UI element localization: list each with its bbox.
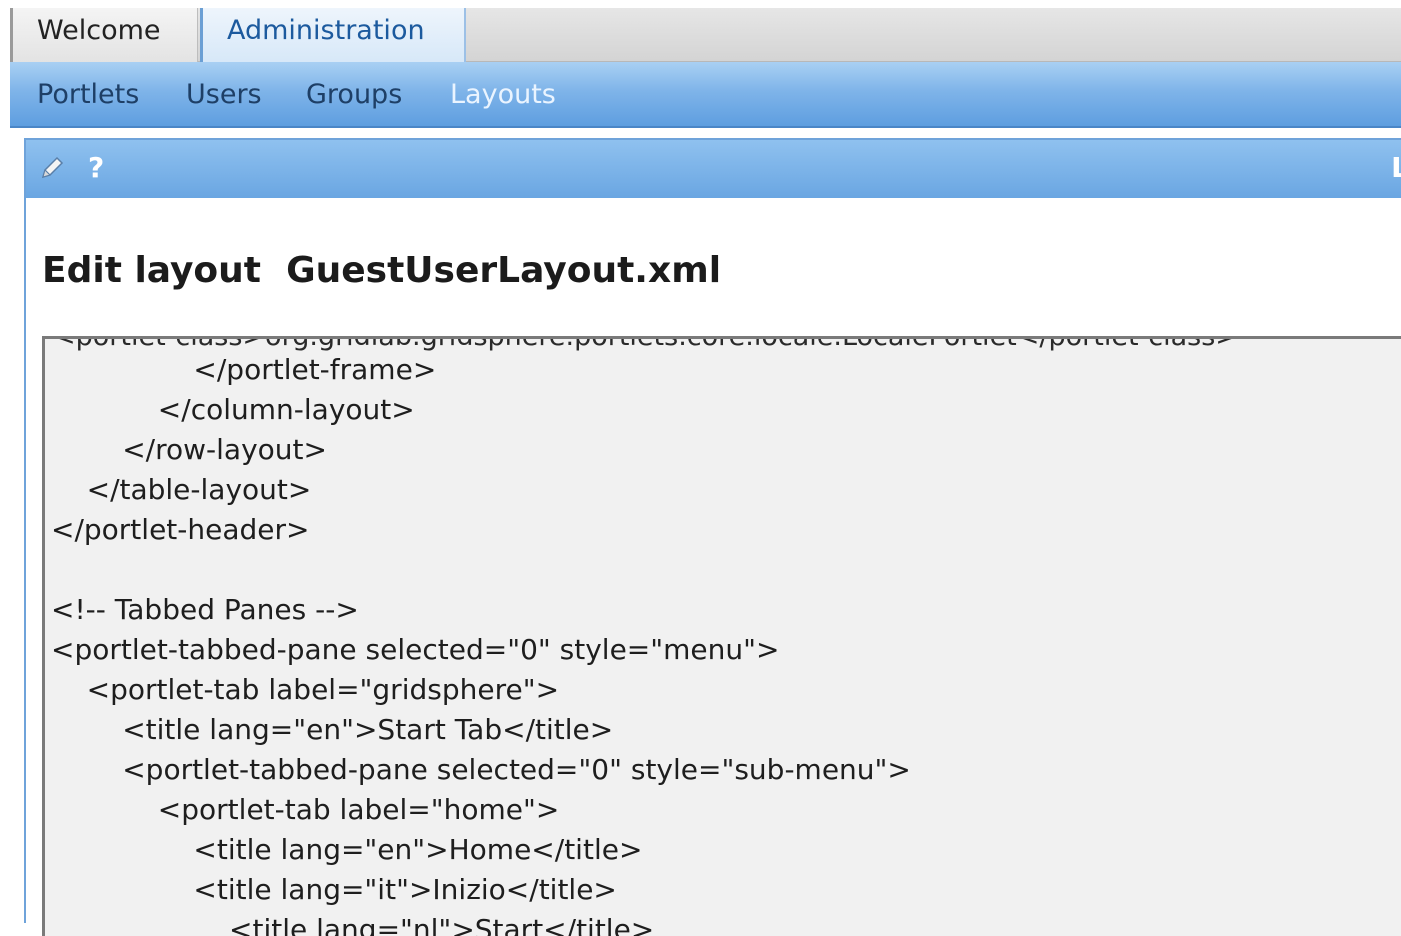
submenu-item-layouts[interactable]: Layouts bbox=[450, 62, 556, 128]
layout-portlet: ? L Edit layout GuestUserLayout.xml <por… bbox=[24, 138, 1401, 936]
tab-welcome[interactable]: Welcome bbox=[10, 8, 198, 62]
tab-administration-label: Administration bbox=[227, 15, 425, 46]
submenu-item-groups[interactable]: Groups bbox=[306, 62, 402, 128]
code-line: <portlet-tab label="home"> bbox=[51, 793, 560, 826]
code-line: </row-layout> bbox=[51, 433, 327, 466]
code-line: <portlet-tabbed-pane selected="0" style=… bbox=[51, 753, 911, 786]
help-icon[interactable]: ? bbox=[88, 148, 104, 188]
portlet-title: L bbox=[1391, 151, 1401, 184]
code-line: </portlet-header> bbox=[51, 513, 310, 546]
submenu-item-users[interactable]: Users bbox=[186, 62, 262, 128]
code-line: <title lang="it">Inizio</title> bbox=[51, 873, 617, 906]
code-line: <title lang="en">Home</title> bbox=[51, 833, 643, 866]
code-line: </portlet-frame> bbox=[51, 353, 437, 386]
code-line: <title lang="nl">Start</title> bbox=[51, 913, 655, 936]
code-line: <portlet-tabbed-pane selected="0" style=… bbox=[51, 633, 780, 666]
code-line: </table-layout> bbox=[51, 473, 312, 506]
main-tab-bar: Welcome Administration bbox=[10, 8, 1401, 62]
submenu-item-portlets[interactable]: Portlets bbox=[37, 62, 139, 128]
tab-administration[interactable]: Administration bbox=[200, 8, 466, 62]
code-line: <portlet-tab label="gridsphere"> bbox=[51, 673, 560, 706]
pencil-icon[interactable] bbox=[38, 154, 66, 182]
code-lines: </portlet-frame> </column-layout> </row-… bbox=[51, 350, 911, 936]
admin-submenu: Portlets Users Groups Layouts bbox=[10, 62, 1401, 128]
page-title: Edit layout GuestUserLayout.xml bbox=[42, 250, 722, 291]
layout-xml-textarea[interactable]: <portlet-class>org.gridlab.gridsphere.po… bbox=[42, 336, 1401, 936]
tab-welcome-label: Welcome bbox=[37, 15, 161, 46]
code-line: <!-- Tabbed Panes --> bbox=[51, 593, 359, 626]
portlet-title-bar: ? L bbox=[26, 140, 1401, 198]
code-line: <title lang="en">Start Tab</title> bbox=[51, 713, 614, 746]
code-line: </column-layout> bbox=[51, 393, 415, 426]
